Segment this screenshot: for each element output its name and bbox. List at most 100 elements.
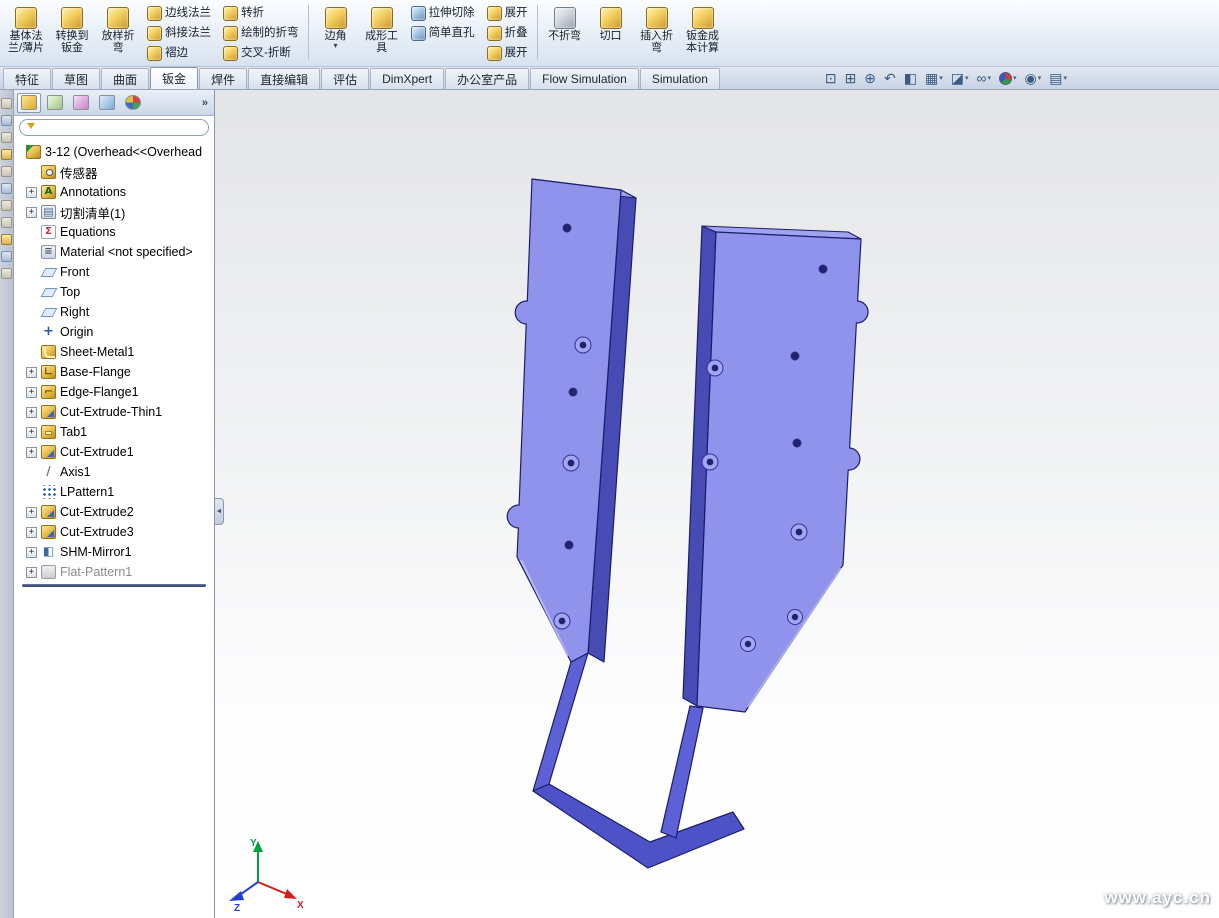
hem-button[interactable]: 褶边 xyxy=(142,44,216,62)
model-view[interactable]: Y X Z xyxy=(215,90,1219,918)
tree-item[interactable]: 3-12 (Overhead<<Overhead xyxy=(14,142,214,162)
jog-button[interactable]: 转折 xyxy=(218,4,304,22)
edge-flange-button[interactable]: 边线法兰 xyxy=(142,4,216,22)
tree-item[interactable]: + SHM-Mirror1 xyxy=(14,542,214,562)
ribbon-tab[interactable]: 钣金 xyxy=(150,67,198,89)
docked-tool-icon[interactable] xyxy=(1,217,12,228)
sketched-bend-button[interactable]: 绘制的折弯 xyxy=(218,24,304,42)
expand-toggle[interactable]: + xyxy=(26,507,37,518)
tree-item[interactable]: Right xyxy=(14,302,214,322)
lofted-bend-button[interactable]: 放样折 弯 xyxy=(96,4,140,60)
ribbon-tab[interactable]: 特征 xyxy=(3,68,51,89)
extruded-cut-button[interactable]: 拉伸切除 xyxy=(406,4,480,22)
corner-button[interactable]: 边角 ▾ xyxy=(314,4,358,60)
tree-item[interactable]: + Tab1 xyxy=(14,422,214,442)
convert-to-sheet-metal-button[interactable]: 转换到 钣金 xyxy=(50,4,94,60)
tree-item[interactable]: + Cut-Extrude3 xyxy=(14,522,214,542)
docked-tool-icon[interactable] xyxy=(1,98,12,109)
zoom-to-fit-button[interactable]: ⊡ xyxy=(822,69,840,88)
rip-button[interactable]: 切口 xyxy=(589,4,633,60)
expand-toggle[interactable]: + xyxy=(26,387,37,398)
tree-item[interactable]: Equations xyxy=(14,222,214,242)
cross-break-button[interactable]: 交叉-折断 xyxy=(218,44,304,62)
zoom-to-area-button[interactable]: ⊞ xyxy=(842,69,860,88)
base-flange-button[interactable]: 基体法 兰/薄片 xyxy=(4,4,48,60)
propertymanager-tab[interactable] xyxy=(43,93,67,113)
tree-item[interactable]: + Cut-Extrude-Thin1 xyxy=(14,402,214,422)
ribbon-tab[interactable]: 办公室产品 xyxy=(445,68,529,89)
ribbon-tab[interactable]: Simulation xyxy=(640,68,720,89)
expand-toggle[interactable]: + xyxy=(26,427,37,438)
tree-item[interactable]: 传感器 xyxy=(14,162,214,182)
ribbon-tab[interactable]: 评估 xyxy=(321,68,369,89)
more-tabs-chevron[interactable]: » xyxy=(199,97,211,109)
tree-item[interactable]: + Flat-Pattern1 xyxy=(14,562,214,582)
tree-item[interactable]: Axis1 xyxy=(14,462,214,482)
tree-item[interactable]: Sheet-Metal1 xyxy=(14,342,214,362)
expand-toggle[interactable]: + xyxy=(26,367,37,378)
ribbon-separator[interactable] xyxy=(537,4,539,60)
tree-item[interactable]: Top xyxy=(14,282,214,302)
dimxpertmanager-tab[interactable] xyxy=(95,93,119,113)
ribbon-tab[interactable]: 草图 xyxy=(52,68,100,89)
tree-item[interactable]: + Edge-Flange1 xyxy=(14,382,214,402)
section-view-button[interactable]: ◧ xyxy=(901,69,920,88)
apply-scene-button[interactable]: ◉ ▾ xyxy=(1022,69,1045,88)
docked-tool-icon[interactable] xyxy=(1,115,12,126)
unfold-button[interactable]: 展开 xyxy=(482,4,533,22)
view-orientation-button[interactable]: ▦ ▾ xyxy=(922,69,946,88)
configurationmanager-tab[interactable] xyxy=(69,93,93,113)
docked-tool-icon[interactable] xyxy=(1,200,12,211)
previous-view-button[interactable]: ↶ xyxy=(881,69,899,88)
tree-item[interactable]: + Cut-Extrude2 xyxy=(14,502,214,522)
flatten-button[interactable]: 展开 xyxy=(482,44,533,62)
tree-item[interactable]: Origin xyxy=(14,322,214,342)
docked-tool-icon[interactable] xyxy=(1,251,12,262)
button-label: 边线法兰 xyxy=(165,7,211,19)
tree-item[interactable]: LPattern1 xyxy=(14,482,214,502)
ribbon-tab[interactable]: Flow Simulation xyxy=(530,68,639,89)
expand-toggle[interactable]: + xyxy=(26,447,37,458)
expand-toggle[interactable]: + xyxy=(26,567,37,578)
tree-item[interactable]: + Base-Flange xyxy=(14,362,214,382)
ribbon-tab[interactable]: 焊件 xyxy=(199,68,247,89)
ribbon-tab[interactable]: 曲面 xyxy=(101,68,149,89)
docked-tool-icon[interactable] xyxy=(1,149,12,160)
featuremanager-tab[interactable] xyxy=(17,93,41,113)
docked-tool-icon[interactable] xyxy=(1,166,12,177)
fold-button[interactable]: 折叠 xyxy=(482,24,533,42)
ribbon-tab[interactable]: 直接编辑 xyxy=(248,68,320,89)
zoom-in-out-button[interactable]: ⊕ xyxy=(861,69,879,88)
expand-toggle[interactable]: + xyxy=(26,207,37,218)
rollback-bar[interactable] xyxy=(22,584,206,587)
expand-toggle[interactable]: + xyxy=(26,187,37,198)
forming-tool-button[interactable]: 成形工 具 xyxy=(360,4,404,60)
graphics-area[interactable]: Y X Z www.ayc.cn xyxy=(215,90,1219,918)
view-settings-button[interactable]: ▤ ▾ xyxy=(1046,69,1070,88)
tree-filter-input[interactable] xyxy=(40,122,201,134)
hide-show-items-button[interactable]: ∞ ▾ xyxy=(974,69,995,88)
tree-item[interactable]: + Annotations xyxy=(14,182,214,202)
miter-flange-button[interactable]: 斜接法兰 xyxy=(142,24,216,42)
displaymanager-tab[interactable] xyxy=(121,93,145,113)
expand-toggle[interactable]: + xyxy=(26,407,37,418)
docked-tool-icon[interactable] xyxy=(1,183,12,194)
edit-appearance-button[interactable]: ▾ xyxy=(996,70,1020,87)
insert-bends-button[interactable]: 插入折 弯 xyxy=(635,4,679,60)
docked-tool-icon[interactable] xyxy=(1,234,12,245)
tree-item[interactable]: Front xyxy=(14,262,214,282)
tree-item[interactable]: + Cut-Extrude1 xyxy=(14,442,214,462)
ribbon-tab[interactable]: DimXpert xyxy=(370,68,444,89)
tree-item[interactable]: + 切割清单(1) xyxy=(14,202,214,222)
sheet-metal-costing-button[interactable]: 钣金成 本计算 xyxy=(681,4,725,60)
simple-hole-button[interactable]: 简单直孔 xyxy=(406,24,480,42)
ribbon-separator[interactable] xyxy=(308,4,310,60)
expand-toggle[interactable]: + xyxy=(26,547,37,558)
no-bends-button[interactable]: 不折弯 xyxy=(543,4,587,60)
display-style-button[interactable]: ◪ ▾ xyxy=(948,69,972,88)
panel-collapse-handle[interactable]: ◄ xyxy=(215,498,224,525)
expand-toggle[interactable]: + xyxy=(26,527,37,538)
docked-tool-icon[interactable] xyxy=(1,268,12,279)
docked-tool-icon[interactable] xyxy=(1,132,12,143)
tree-item[interactable]: Material <not specified> xyxy=(14,242,214,262)
